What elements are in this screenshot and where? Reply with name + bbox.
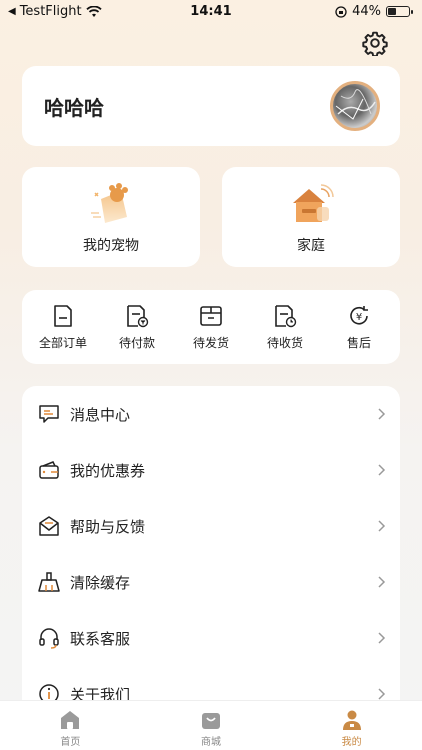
chevron-right-icon	[378, 632, 386, 644]
tab-shop-label: 商城	[201, 737, 221, 748]
battery-fill	[388, 8, 397, 15]
pending-shipment-button[interactable]: 待发货	[176, 304, 246, 351]
tab-shop[interactable]: 商城	[141, 701, 282, 750]
headset-icon	[39, 628, 59, 649]
chevron-right-icon	[378, 408, 386, 420]
battery-icon	[386, 6, 413, 17]
avatar-image	[335, 89, 376, 120]
pet-paw-icon	[91, 183, 128, 223]
tab-bar: 首页 商城 我的	[0, 700, 422, 750]
menu-card: 消息中心 我的优惠券 帮助与反馈 清除缓存 联系客服 关于我们	[22, 386, 400, 726]
tab-home[interactable]: 首页	[0, 701, 141, 750]
all-orders-button[interactable]: 全部订单	[28, 304, 98, 351]
svg-text:¥: ¥	[356, 312, 362, 323]
all-orders-label: 全部订单	[38, 335, 87, 350]
after-sales-label: 售后	[346, 335, 371, 350]
coupon-wallet-icon	[39, 461, 59, 479]
pending-payment-icon	[127, 304, 149, 327]
my-pets-label: 我的宠物	[83, 238, 139, 254]
menu-item-coupons[interactable]: 我的优惠券	[22, 442, 400, 498]
profile-icon	[342, 710, 361, 730]
menu-item-clear-cache[interactable]: 清除缓存	[22, 554, 400, 610]
battery-percent: 44%	[352, 4, 381, 19]
chevron-right-icon	[378, 520, 386, 532]
orders-card: 全部订单 待付款 待发货 待收货 ¥ 售后	[22, 290, 400, 364]
menu-label-customer-service: 联系客服	[70, 629, 131, 648]
all-orders-icon	[54, 304, 72, 327]
family-card[interactable]: 家庭	[222, 167, 400, 267]
status-bar: ◀ TestFlight 14:41 44%	[0, 0, 422, 24]
menu-label-coupons: 我的优惠券	[70, 461, 146, 480]
pending-payment-button[interactable]: 待付款	[102, 304, 172, 351]
mail-feedback-icon	[39, 516, 59, 536]
menu-item-messages[interactable]: 消息中心	[22, 386, 400, 442]
avatar[interactable]	[330, 81, 380, 131]
status-right: 44%	[335, 4, 413, 19]
menu-label-help-feedback: 帮助与反馈	[70, 517, 146, 536]
message-icon	[39, 405, 59, 423]
menu-label-clear-cache: 清除缓存	[70, 573, 131, 592]
chevron-right-icon	[378, 576, 386, 588]
username: 哈哈哈	[44, 96, 104, 120]
broom-icon	[38, 572, 60, 592]
pending-receipt-label: 待收货	[266, 335, 303, 350]
gear-icon[interactable]	[362, 30, 388, 56]
family-label: 家庭	[297, 238, 325, 254]
profile-card[interactable]: 哈哈哈	[22, 66, 400, 146]
chevron-right-icon	[378, 464, 386, 476]
shop-bag-icon	[202, 713, 220, 729]
menu-item-help-feedback[interactable]: 帮助与反馈	[22, 498, 400, 554]
pending-shipment-icon	[200, 305, 222, 326]
tab-mine-label: 我的	[341, 737, 362, 748]
after-sales-button[interactable]: ¥ 售后	[324, 304, 394, 351]
tab-home-label: 首页	[60, 737, 81, 748]
home-icon	[61, 711, 80, 729]
tab-mine[interactable]: 我的	[281, 701, 422, 750]
my-pets-card[interactable]: 我的宠物	[22, 167, 200, 267]
pending-receipt-icon	[275, 304, 297, 327]
pending-payment-label: 待付款	[118, 335, 155, 350]
after-sales-icon: ¥	[350, 305, 368, 324]
house-icon	[293, 184, 334, 222]
pending-shipment-label: 待发货	[192, 335, 229, 350]
orientation-lock-icon	[335, 5, 347, 18]
menu-item-customer-service[interactable]: 联系客服	[22, 610, 400, 666]
pending-receipt-button[interactable]: 待收货	[250, 304, 320, 351]
menu-label-messages: 消息中心	[70, 405, 131, 424]
chevron-right-icon	[378, 688, 386, 700]
